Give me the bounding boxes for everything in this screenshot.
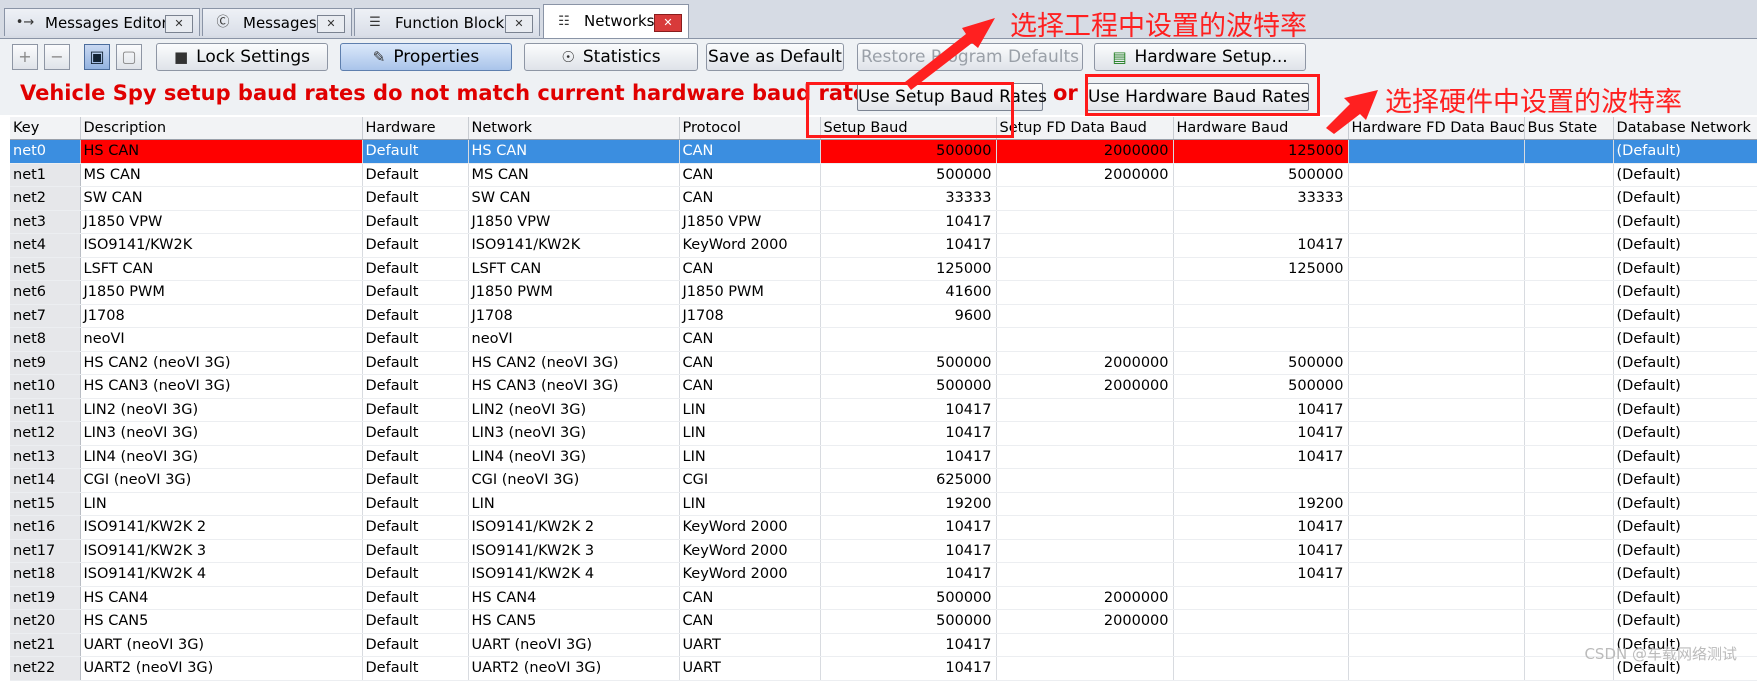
annotation-select-hardware-baud: 选择硬件中设置的波特率	[1385, 87, 1682, 118]
arrow-left-icon	[1326, 90, 1378, 134]
watermark: CSDN @车载网络测试	[1584, 645, 1737, 663]
annotation-select-project-baud: 选择工程中设置的波特率	[1010, 11, 1307, 42]
arrow-up-icon	[905, 18, 995, 90]
